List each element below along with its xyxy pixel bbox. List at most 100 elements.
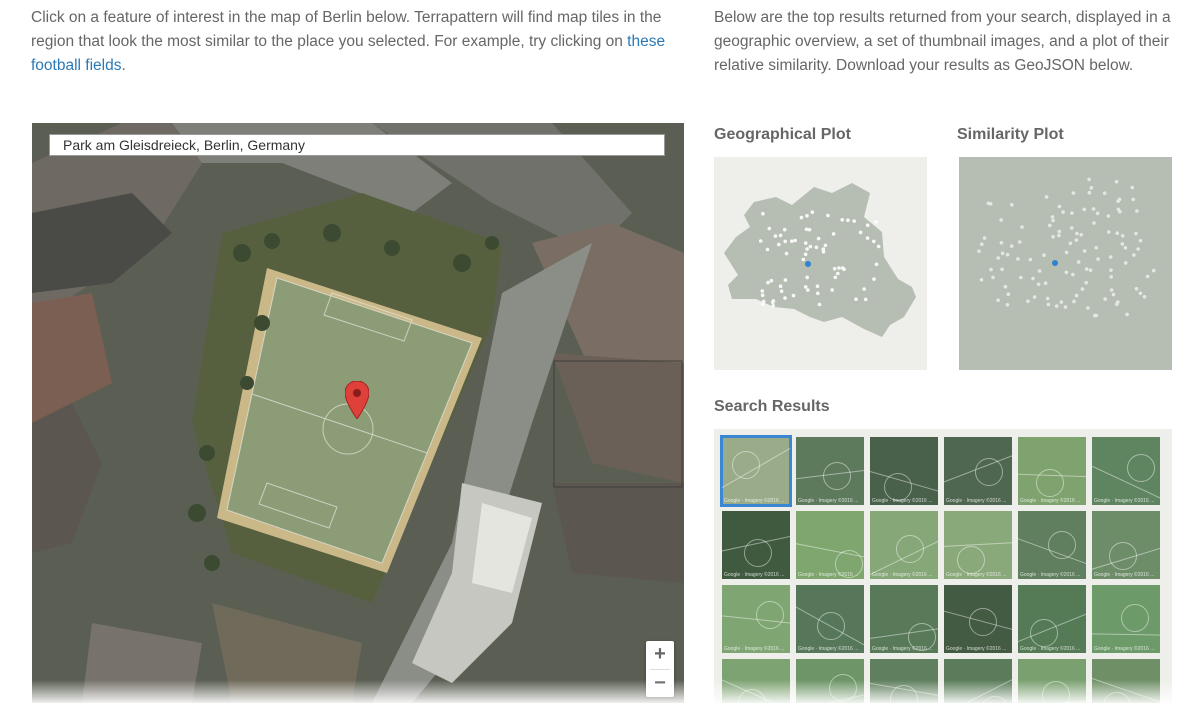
result-point — [872, 277, 876, 281]
similarity-plot[interactable] — [959, 157, 1172, 370]
result-point — [817, 302, 822, 307]
result-point — [1087, 177, 1091, 182]
result-point — [1042, 253, 1046, 257]
result-point — [1116, 300, 1120, 304]
result-thumbnail[interactable]: Google · Imagery ©2016 ... — [1018, 511, 1086, 579]
satellite-map[interactable]: Park am Gleisdreieck, Berlin, Germany + … — [32, 123, 684, 703]
result-point — [807, 227, 812, 232]
result-point — [778, 284, 783, 288]
result-point — [1043, 281, 1048, 285]
result-thumbnail[interactable]: Google · Imagery ©2016 ... — [1018, 437, 1086, 505]
result-point — [1054, 304, 1059, 308]
results-intro-text: Below are the top results returned from … — [714, 9, 1171, 74]
result-point — [1109, 268, 1113, 272]
map-marker-icon[interactable] — [344, 380, 370, 424]
result-point — [782, 227, 787, 232]
result-point — [1080, 287, 1085, 291]
result-point — [1111, 292, 1116, 297]
result-point — [1000, 251, 1005, 256]
result-point — [765, 247, 770, 252]
result-point — [777, 242, 781, 247]
result-point — [1061, 210, 1065, 214]
geo-plot-canvas[interactable] — [714, 157, 927, 370]
result-point — [1074, 238, 1079, 242]
location-search-input[interactable]: Park am Gleisdreieck, Berlin, Germany — [49, 134, 665, 156]
result-point — [1132, 253, 1136, 257]
result-point — [769, 278, 774, 283]
result-point — [1138, 291, 1143, 296]
result-point — [784, 251, 789, 256]
result-point — [1106, 230, 1111, 234]
result-point — [1071, 272, 1075, 277]
result-thumbnail[interactable]: Google · Imagery ©2016 ... — [870, 511, 938, 579]
result-point — [806, 288, 810, 292]
result-point — [1131, 197, 1135, 202]
bottom-fade — [0, 680, 1199, 703]
intro-text-body: Click on a feature of interest in the ma… — [31, 9, 662, 50]
result-thumbnail[interactable]: Google · Imagery ©2016 ... — [796, 511, 864, 579]
result-thumbnail[interactable]: Google · Imagery ©2016 ... — [720, 435, 792, 507]
result-thumbnail[interactable]: Google · Imagery ©2016 ... — [1092, 437, 1160, 505]
result-thumbnail[interactable]: Google · Imagery ©2016 ... — [796, 437, 864, 505]
geographical-plot[interactable] — [714, 157, 927, 370]
result-point — [1031, 276, 1035, 281]
thumbnail-credit: Google · Imagery ©2016 ... — [946, 498, 1007, 504]
result-point — [1108, 255, 1113, 259]
result-thumbnail[interactable]: Google · Imagery ©2016 ... — [944, 437, 1012, 505]
thumbnail-credit: Google · Imagery ©2016 ... — [798, 572, 859, 578]
result-point — [1048, 223, 1052, 228]
result-point — [1044, 195, 1049, 199]
result-point — [1050, 215, 1055, 219]
thumbnail-credit: Google · Imagery ©2016 ... — [1020, 646, 1081, 652]
result-point — [1046, 302, 1051, 307]
result-point — [805, 247, 809, 251]
result-point — [1059, 300, 1064, 304]
result-point — [980, 242, 984, 246]
result-point — [1136, 247, 1140, 251]
field-circle-marking — [957, 546, 985, 574]
result-thumbnail[interactable]: Google · Imagery ©2016 ... — [944, 585, 1012, 653]
sim-plot-canvas[interactable] — [959, 157, 1172, 370]
result-thumbnail[interactable]: Google · Imagery ©2016 ... — [722, 585, 790, 653]
thumbnail-credit: Google · Imagery ©2016 ... — [946, 572, 1007, 578]
result-thumbnail[interactable]: Google · Imagery ©2016 ... — [870, 437, 938, 505]
result-point — [982, 236, 987, 240]
result-point — [1089, 186, 1094, 190]
intro-text: Click on a feature of interest in the ma… — [31, 6, 691, 78]
field-circle-marking — [823, 462, 851, 490]
result-point — [830, 288, 834, 292]
result-point — [1017, 240, 1022, 244]
result-point — [836, 271, 840, 276]
result-point — [790, 239, 794, 243]
result-point — [816, 291, 820, 296]
result-point — [783, 239, 787, 244]
result-point — [805, 214, 809, 218]
field-line-marking — [944, 541, 1012, 548]
result-thumbnail[interactable]: Google · Imagery ©2016 ... — [1092, 511, 1160, 579]
result-point — [815, 284, 820, 288]
result-thumbnail[interactable]: Google · Imagery ©2016 ... — [944, 511, 1012, 579]
result-point — [1064, 250, 1069, 255]
result-point — [1036, 282, 1041, 287]
result-point — [1114, 179, 1119, 184]
result-thumbnail[interactable]: Google · Imagery ©2016 ... — [870, 585, 938, 653]
thumbnail-credit: Google · Imagery ©2016 ... — [1094, 646, 1155, 652]
result-point — [1130, 185, 1135, 190]
result-point — [1003, 284, 1008, 289]
zoom-in-button[interactable]: + — [646, 641, 674, 669]
result-point — [1005, 303, 1010, 307]
result-thumbnail[interactable]: Google · Imagery ©2016 ... — [1018, 585, 1086, 653]
result-point — [1074, 293, 1079, 298]
result-point — [1019, 275, 1023, 280]
result-point — [865, 236, 870, 240]
result-thumbnail[interactable]: Google · Imagery ©2016 ... — [722, 511, 790, 579]
field-circle-marking — [1127, 454, 1155, 482]
result-thumbnail[interactable]: Google · Imagery ©2016 ... — [796, 585, 864, 653]
result-point — [760, 293, 765, 297]
result-point — [1026, 299, 1030, 303]
result-thumbnail[interactable]: Google · Imagery ©2016 ... — [1092, 585, 1160, 653]
result-point — [1051, 235, 1055, 239]
thumbnail-credit: Google · Imagery ©2016 ... — [1020, 572, 1081, 578]
result-point — [1106, 214, 1111, 218]
result-point — [1084, 280, 1088, 285]
